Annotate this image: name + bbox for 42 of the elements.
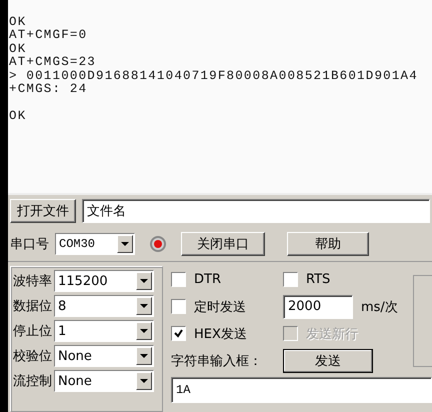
checkbox[interactable] — [171, 326, 186, 341]
dropdown-arrow-icon — [140, 279, 148, 283]
setting-dropdown[interactable]: 115200 — [54, 270, 154, 292]
setting-dropdown[interactable]: 1 — [54, 320, 154, 342]
dropdown-arrow-icon — [140, 329, 148, 333]
output-line: > 0011000D91688141040719F80008A008521B601D901A4 — [9, 70, 419, 83]
setting-label: 流控制 — [13, 373, 52, 390]
checkbox-label: DTR — [194, 272, 221, 287]
output-line: OK — [9, 42, 28, 56]
output-line: OK — [9, 16, 28, 29]
setting-label: 数据位 — [13, 298, 52, 315]
input-label: 字符串输入框： — [171, 352, 263, 370]
filename-field[interactable]: 文件名 — [82, 199, 430, 223]
send-button[interactable]: 发送 — [283, 348, 373, 372]
interval-field[interactable]: 2000 — [283, 294, 353, 318]
port-label: 串口号 — [10, 236, 49, 253]
dropdown-arrow-icon — [140, 354, 148, 358]
setting-label: 停止位 — [13, 323, 52, 340]
port-dropdown[interactable]: COM30 — [55, 233, 135, 255]
checkbox-label: RTS — [306, 272, 330, 287]
unit-label: ms/次 — [361, 298, 398, 316]
output-line: OK — [9, 110, 28, 124]
setting-dropdown[interactable]: None — [54, 345, 154, 367]
setting-label: 校验位 — [13, 348, 52, 365]
help-button[interactable]: 帮助 — [287, 232, 369, 256]
output-line: AT+CMGS=23 — [9, 56, 98, 70]
output-line: AT+CMGF=0 — [9, 29, 88, 42]
checkbox-label: HEX发送 — [194, 326, 247, 342]
close-port-button[interactable]: 关闭串口 — [181, 232, 265, 256]
string-input-field[interactable]: 1A — [171, 376, 432, 402]
checkbox[interactable] — [283, 272, 298, 287]
open-file-button[interactable]: 打开文件 — [10, 199, 76, 223]
setting-dropdown[interactable]: 8 — [54, 295, 154, 317]
checkbox-label: 定时发送 — [194, 298, 246, 316]
setting-dropdown[interactable]: None — [54, 370, 154, 392]
output-line: +CMGS: 24 — [9, 83, 88, 96]
dropdown-arrow-icon — [121, 242, 129, 246]
dropdown-arrow-icon — [140, 304, 148, 308]
checkbox[interactable] — [171, 272, 186, 287]
dropdown-arrow-icon — [140, 379, 148, 383]
checkbox[interactable] — [171, 299, 186, 314]
setting-label: 波特率 — [13, 273, 52, 290]
